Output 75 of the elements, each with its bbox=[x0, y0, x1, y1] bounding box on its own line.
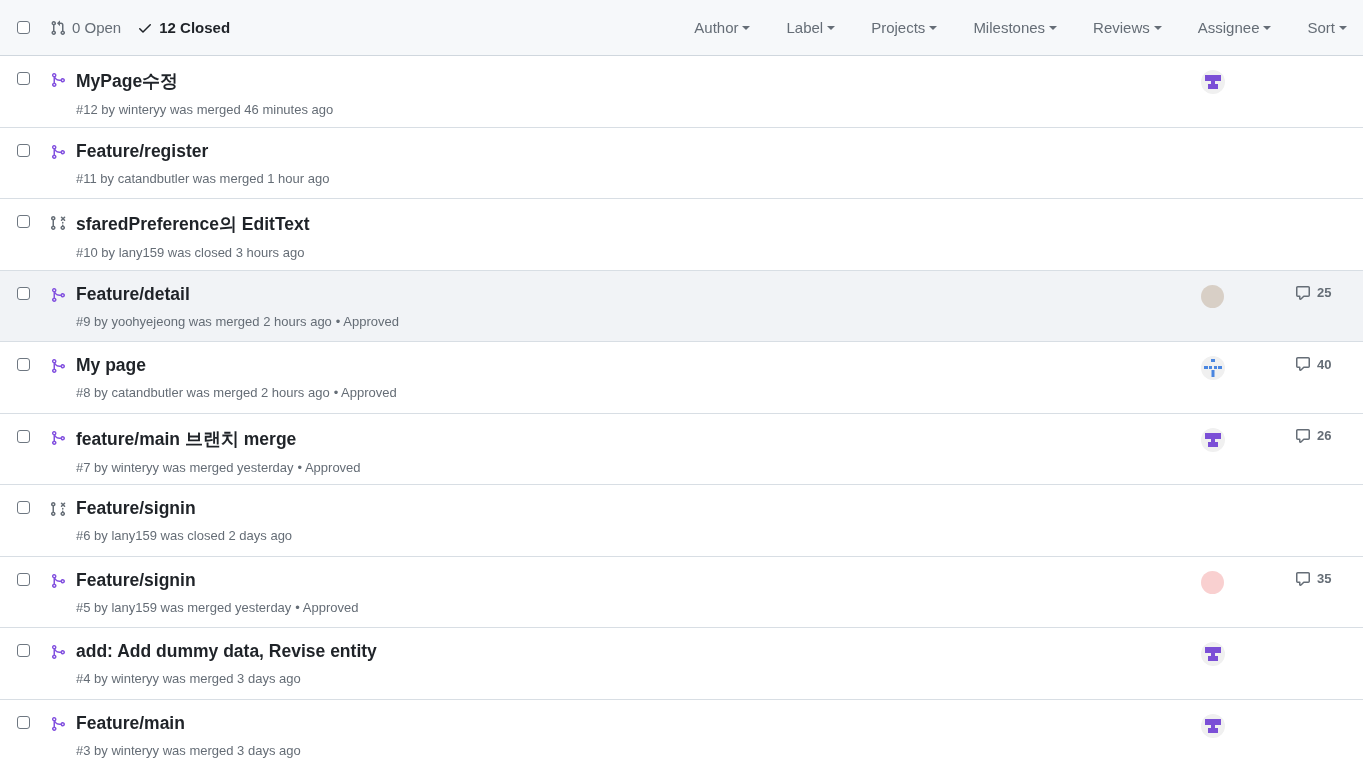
row-checkbox[interactable] bbox=[17, 572, 30, 586]
pull-request-meta: #7 by winteryy was merged yesterday bbox=[76, 459, 294, 475]
row-checkbox[interactable] bbox=[17, 143, 30, 157]
merged-icon bbox=[50, 143, 66, 160]
merged-icon bbox=[50, 644, 66, 660]
filter-dropdown[interactable]: Milestones bbox=[973, 19, 1058, 36]
pull-request-title[interactable]: feature/main 브랜치 merge bbox=[76, 426, 1201, 451]
filter-dropdown[interactable]: Sort bbox=[1307, 19, 1347, 36]
pull-request-title[interactable]: Feature/signin bbox=[76, 498, 1201, 519]
closed-filter-link[interactable]: 12 Closed bbox=[137, 19, 231, 36]
avatar-identicon[interactable] bbox=[1201, 70, 1225, 94]
select-all-checkbox[interactable] bbox=[17, 21, 30, 34]
caret-icon bbox=[1153, 25, 1162, 30]
pull-request-title[interactable]: My page bbox=[76, 355, 1201, 376]
merged-icon bbox=[50, 429, 66, 446]
closed-pull-request-icon bbox=[50, 215, 66, 231]
merged-icon bbox=[50, 286, 66, 303]
pull-request-title[interactable]: Feature/detail bbox=[76, 283, 1201, 305]
row-checkbox[interactable] bbox=[17, 715, 30, 729]
pull-request-meta: #10 by lany159 was closed 3 hours ago bbox=[76, 245, 305, 260]
review-status: • Approved bbox=[297, 459, 361, 475]
avatar-identicon[interactable] bbox=[1201, 642, 1225, 666]
row-checkbox[interactable] bbox=[17, 215, 30, 228]
row-checkbox[interactable] bbox=[17, 501, 30, 514]
filter-dropdown[interactable]: Reviews bbox=[1093, 19, 1162, 36]
filter-dropdown[interactable]: Author bbox=[694, 19, 751, 36]
caret-icon bbox=[929, 25, 938, 30]
comment-icon bbox=[1295, 570, 1311, 587]
pull-request-title[interactable]: MyPage수정 bbox=[76, 69, 1201, 93]
avatar-identicon[interactable] bbox=[1201, 356, 1225, 380]
filter-dropdown[interactable]: Projects bbox=[871, 19, 938, 36]
comments-link[interactable]: 26 bbox=[1295, 427, 1347, 444]
row-checkbox[interactable] bbox=[17, 286, 30, 300]
pull-request-meta: #9 by yoohyejeong was merged 2 hours ago bbox=[76, 313, 332, 329]
filter-dropdown[interactable]: Assignee bbox=[1197, 19, 1272, 36]
review-status: • Approved bbox=[333, 385, 397, 400]
filter-dropdown[interactable]: Label bbox=[786, 19, 836, 36]
pull-request-title[interactable]: add: Add dummy data, Revise entity bbox=[76, 641, 1201, 662]
pull-request-meta: #11 by catandbutler was merged 1 hour ago bbox=[76, 170, 330, 186]
row-checkbox[interactable] bbox=[17, 358, 30, 371]
merged-icon bbox=[50, 72, 66, 88]
pull-request-title[interactable]: Feature/signin bbox=[76, 569, 1201, 591]
pull-request-meta: #5 by lany159 was merged yesterday bbox=[76, 599, 292, 615]
comments-link[interactable]: 35 bbox=[1295, 570, 1347, 587]
caret-icon bbox=[742, 25, 751, 30]
comment-icon bbox=[1295, 284, 1311, 301]
row-checkbox[interactable] bbox=[17, 72, 30, 85]
caret-icon bbox=[1339, 25, 1347, 30]
review-status: • Approved bbox=[295, 599, 359, 615]
merged-icon bbox=[50, 715, 66, 732]
pull-request-meta: #6 by lany159 was closed 2 days ago bbox=[76, 528, 293, 543]
pull-request-title[interactable]: sfaredPreference의 EditText bbox=[76, 212, 1201, 236]
comment-icon bbox=[1295, 356, 1311, 372]
pull-request-meta: #8 by catandbutler was merged 2 hours ago bbox=[76, 385, 330, 400]
pull-request-meta: #4 by winteryy was merged 3 days ago bbox=[76, 671, 301, 686]
pull-request-title[interactable]: Feature/register bbox=[76, 140, 1201, 162]
comments-link[interactable]: 25 bbox=[1295, 284, 1347, 301]
open-filter-link[interactable]: 0 Open bbox=[50, 19, 122, 36]
comments-link[interactable]: 40 bbox=[1295, 356, 1347, 372]
row-checkbox[interactable] bbox=[17, 644, 30, 657]
avatar-identicon[interactable] bbox=[1201, 427, 1225, 452]
pull-request-meta: #12 by winteryy was merged 46 minutes ago bbox=[76, 102, 334, 117]
caret-icon bbox=[827, 25, 836, 30]
closed-pull-request-icon bbox=[50, 501, 66, 517]
caret-icon bbox=[1263, 25, 1272, 30]
pull-request-meta: #3 by winteryy was merged 3 days ago bbox=[76, 742, 301, 758]
caret-icon bbox=[1049, 25, 1058, 30]
merged-icon bbox=[50, 358, 66, 374]
merged-icon bbox=[50, 572, 66, 589]
pull-request-title[interactable]: Feature/main bbox=[76, 712, 1201, 734]
avatar-identicon[interactable] bbox=[1201, 713, 1225, 738]
comment-icon bbox=[1295, 427, 1311, 444]
pull-request-icon bbox=[50, 19, 66, 36]
row-checkbox[interactable] bbox=[17, 429, 30, 443]
review-status: • Approved bbox=[335, 313, 399, 329]
